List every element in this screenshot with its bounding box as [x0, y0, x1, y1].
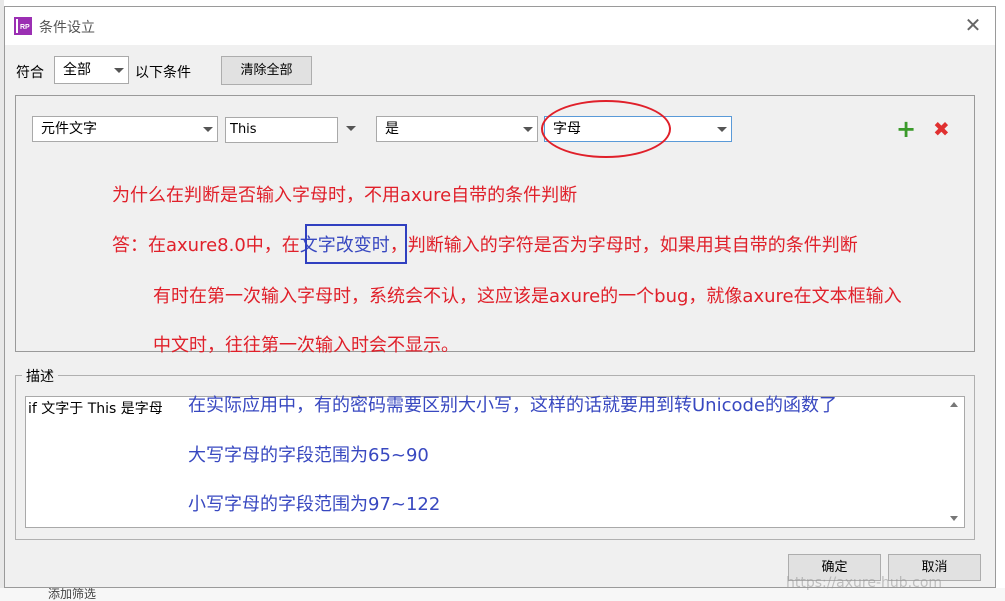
- background-add-filter-label: 添加筛选: [48, 588, 97, 601]
- annotation-answer-line1: 答：在axure8.0中，在文字改变时，判断输入的字符是否为字母时，如果用其自带…: [112, 231, 858, 257]
- description-text: if 文字于 This 是字母: [28, 401, 163, 417]
- chevron-down-icon: [523, 127, 533, 132]
- annotation-lowercase-range: 小写字母的字段范围为97~122: [188, 494, 441, 515]
- annotation-uppercase-range: 大写字母的字段范围为65~90: [188, 445, 429, 466]
- watermark: https://axure-hub.com: [786, 575, 943, 591]
- chevron-down-icon[interactable]: [346, 126, 356, 131]
- annotation-answer-suffix: ，判断输入的字符是否为字母时，如果用其自带的条件判断: [389, 235, 858, 256]
- description-legend: 描述: [22, 366, 58, 386]
- annotation-answer-line2: 有时在第一次输入字母时，系统会不认，这应该是axure的一个bug，就像axur…: [153, 286, 902, 307]
- match-suffix-label: 以下条件: [135, 65, 191, 81]
- add-condition-icon[interactable]: +: [896, 117, 916, 141]
- axure-rp-icon: RP: [14, 17, 32, 35]
- chevron-down-icon: [717, 127, 727, 132]
- condition-field-select[interactable]: 元件文字: [32, 116, 218, 142]
- match-label: 符合: [16, 65, 44, 81]
- scroll-up-icon[interactable]: [950, 402, 958, 407]
- close-icon[interactable]: ✕: [961, 13, 985, 37]
- scroll-down-icon[interactable]: [950, 516, 958, 521]
- condition-target-input[interactable]: This: [225, 117, 338, 143]
- title-bar: RP 条件设立 ✕: [5, 7, 995, 45]
- chevron-down-icon: [114, 68, 124, 73]
- chevron-down-icon: [203, 127, 213, 132]
- annotation-answer-line3: 中文时，往往第一次输入时会不显示。: [153, 335, 459, 356]
- condition-operator-select[interactable]: 是: [376, 116, 538, 142]
- match-select-value: 全部: [63, 62, 91, 78]
- highlight-box: [305, 224, 407, 264]
- condition-field-value: 元件文字: [41, 121, 97, 137]
- match-select[interactable]: 全部: [54, 56, 129, 84]
- annotation-unicode-note: 在实际应用中，有的密码需要区别大小写，这样的话就要用到转Unicode的函数了: [188, 395, 837, 416]
- remove-condition-icon[interactable]: ✖: [933, 117, 950, 141]
- highlight-ellipse: [541, 100, 671, 158]
- dialog-title: 条件设立: [39, 20, 95, 36]
- annotation-question: 为什么在判断是否输入字母时，不用axure自带的条件判断: [112, 185, 578, 206]
- clear-all-button[interactable]: 清除全部: [221, 56, 312, 85]
- condition-operator-value: 是: [385, 121, 399, 137]
- annotation-answer-prefix: 答：在axure8.0中，在: [112, 235, 300, 256]
